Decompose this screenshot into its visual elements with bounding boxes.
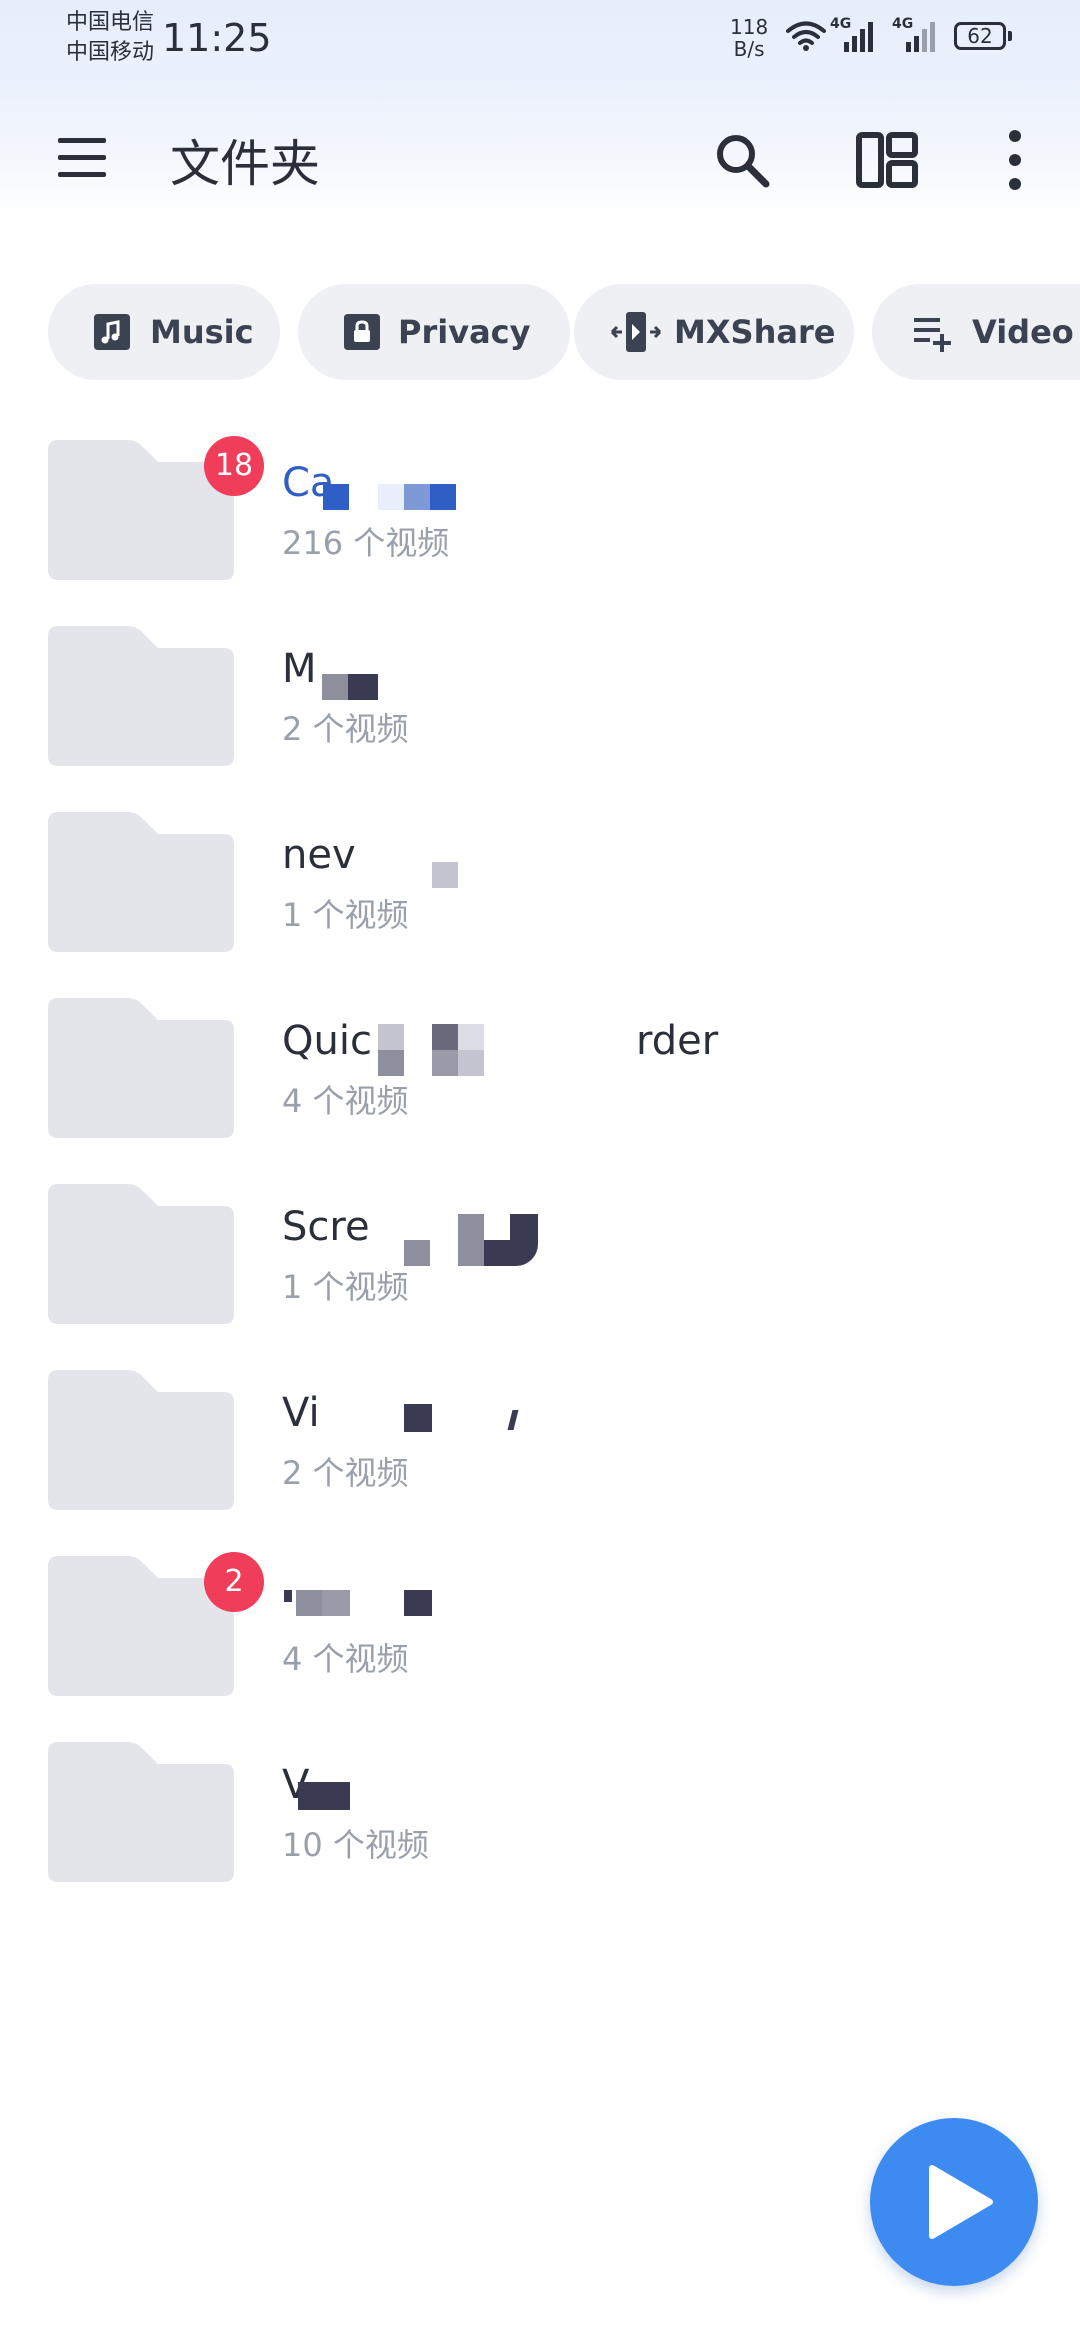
redaction-block (322, 1590, 350, 1616)
folder-name: Vi (282, 1390, 320, 1436)
folder-video-count: 4 个视频 (282, 1082, 409, 1120)
play-icon (929, 2165, 993, 2239)
chip-mxshare-label: MXShare (674, 313, 836, 351)
redaction-block (484, 1240, 510, 1266)
chip-music[interactable]: Music (48, 284, 280, 380)
quick-access-chips: Music Privacy MXShare Video P (48, 284, 1080, 380)
redaction-block (322, 674, 348, 700)
redaction-block (284, 1590, 292, 1602)
folder-icon (48, 1742, 234, 1882)
playlist-add-icon (914, 318, 951, 352)
folder-icon (48, 626, 234, 766)
redaction-block (378, 1024, 404, 1050)
folder-video-count: 2 个视频 (282, 710, 409, 748)
redaction-block (430, 484, 456, 510)
folder-name: Quic (282, 1018, 372, 1064)
carrier-1: 中国电信 (66, 10, 155, 35)
folder-icon (48, 998, 234, 1138)
folder-row[interactable]: 2 4 个视频 (0, 1552, 1080, 1706)
folder-icon (48, 812, 234, 952)
folder-row[interactable]: V 10 个视频 (0, 1742, 1080, 1892)
redaction-block (432, 1050, 458, 1076)
folder-icon (48, 1184, 234, 1324)
folder-row[interactable]: Vi 2 个视频 (0, 1370, 1080, 1520)
signal-bars-icon (844, 22, 873, 52)
folder-video-count: 1 个视频 (282, 1268, 409, 1306)
redaction-block (348, 674, 378, 700)
search-icon[interactable] (712, 130, 772, 190)
redaction-block (404, 484, 430, 510)
chip-privacy[interactable]: Privacy (298, 284, 570, 380)
net-speed: 118 B/s (730, 16, 768, 60)
redaction-block (432, 1024, 458, 1050)
folder-row[interactable]: Scre 1 个视频 (0, 1184, 1080, 1334)
redaction-block (458, 1050, 484, 1076)
redaction-block (507, 1410, 519, 1430)
clock: 11:25 (162, 16, 272, 60)
folder-video-count: 4 个视频 (282, 1640, 409, 1678)
folder-name: Scre (282, 1204, 370, 1250)
folder-name-tail: rder (636, 1018, 719, 1064)
redaction-block (378, 1050, 404, 1076)
redaction-block (458, 1214, 484, 1266)
folder-row[interactable]: Quic rder 4 个视频 (0, 998, 1080, 1148)
redaction-block (323, 484, 349, 510)
folder-name: nev (282, 832, 356, 878)
share-transfer-icon (610, 312, 662, 352)
redaction-block (378, 484, 404, 510)
redaction-block (298, 1782, 350, 1810)
redaction-block (458, 1024, 484, 1050)
net-speed-unit: B/s (733, 37, 765, 61)
chip-video-playlist-label: Video P (972, 313, 1080, 351)
folder-video-count: 216 个视频 (282, 524, 450, 562)
status-bar: 中国电信 中国移动 11:25 118 B/s 4G 4G 62 (0, 0, 1080, 90)
chip-video-playlist[interactable]: Video P (872, 284, 1080, 380)
folder-row[interactable]: M 2 个视频 (0, 626, 1080, 776)
app-bar: 文件夹 (0, 110, 1080, 210)
signal-bars-icon (906, 22, 935, 52)
music-note-icon (94, 314, 130, 350)
carrier-2: 中国移动 (66, 40, 155, 65)
redaction-block (404, 1590, 432, 1616)
new-videos-badge: 18 (204, 436, 264, 496)
folder-video-count: 1 个视频 (282, 896, 409, 934)
net-speed-value: 118 (730, 15, 769, 39)
carrier-names: 中国电信 中国移动 (66, 8, 154, 68)
folder-row[interactable]: 18 Ca 216 个视频 (0, 436, 1080, 590)
new-videos-badge: 2 (204, 1552, 264, 1612)
chip-mxshare[interactable]: MXShare (574, 284, 854, 380)
folder-icon (48, 1370, 234, 1510)
more-options-icon[interactable] (1000, 128, 1030, 192)
lock-icon (344, 314, 380, 350)
battery-indicator: 62 (954, 22, 1012, 50)
chip-privacy-label: Privacy (398, 313, 531, 351)
wifi-icon (786, 21, 826, 51)
folder-row[interactable]: nev 1 个视频 (0, 812, 1080, 962)
chip-music-label: Music (150, 313, 254, 351)
folder-video-count: 2 个视频 (282, 1454, 409, 1492)
folder-video-count: 10 个视频 (282, 1826, 429, 1864)
layout-toggle-icon[interactable] (856, 132, 918, 188)
folder-name: M (282, 646, 317, 692)
page-title: 文件夹 (170, 135, 320, 193)
redaction-block (510, 1214, 538, 1266)
menu-icon[interactable] (56, 132, 108, 184)
redaction-block (432, 862, 458, 888)
redaction-block (404, 1404, 432, 1432)
redaction-block (296, 1590, 322, 1616)
play-button[interactable] (870, 2118, 1038, 2286)
